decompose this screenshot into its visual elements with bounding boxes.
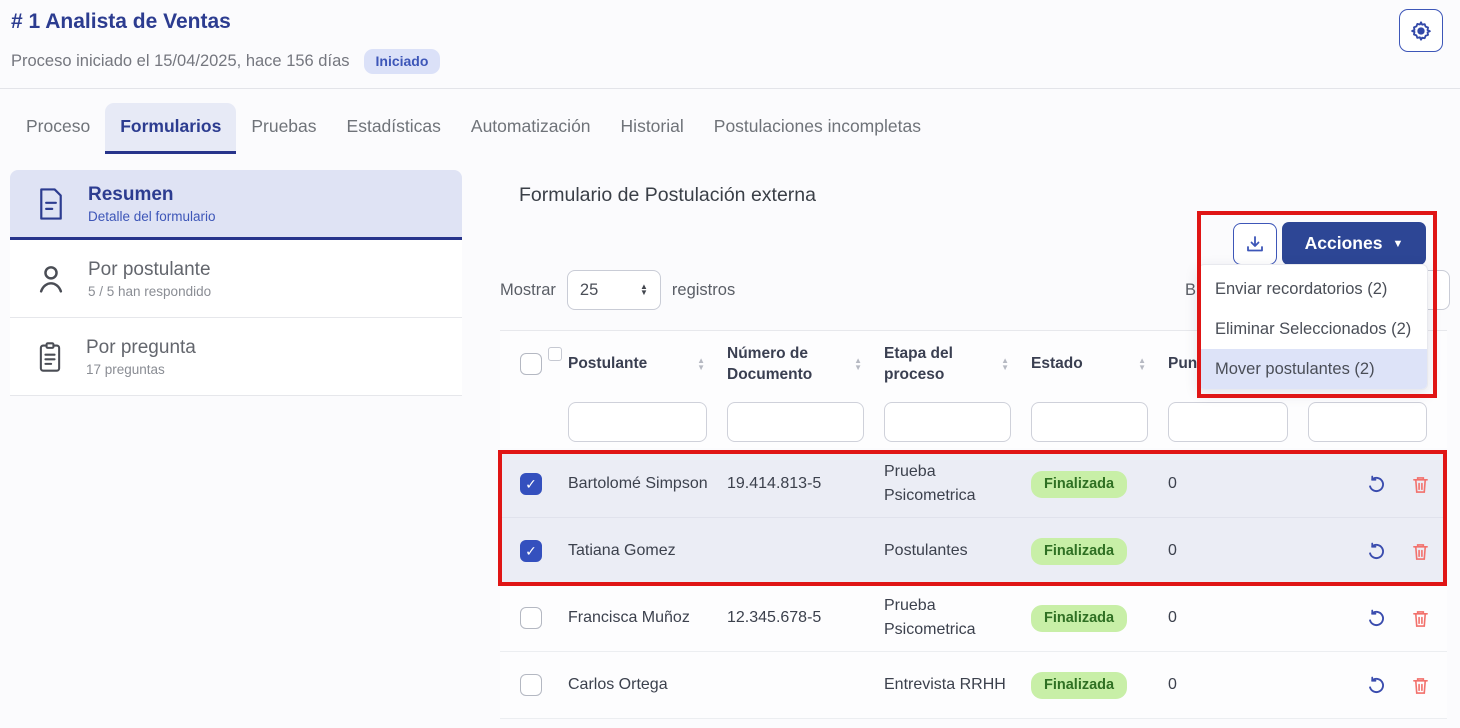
header-divider <box>0 88 1460 89</box>
reset-button[interactable] <box>1367 542 1386 561</box>
trash-icon[interactable] <box>1412 676 1429 695</box>
cell-etapa: Prueba Psicometrica <box>884 594 1031 642</box>
reset-button[interactable] <box>1367 676 1386 695</box>
gear-icon <box>1410 20 1432 42</box>
status-badge-finalizada: Finalizada <box>1031 471 1127 498</box>
cell-etapa: Entrevista RRHH <box>884 673 1031 697</box>
sidebar-item-subtitle: 17 preguntas <box>86 362 196 377</box>
sidebar-item-resumen[interactable]: Resumen Detalle del formulario <box>10 170 462 240</box>
reset-button[interactable] <box>1367 609 1386 628</box>
table-row[interactable]: ✓ Carlos Ortega Entrevista RRHH Finaliza… <box>500 652 1447 719</box>
download-icon <box>1245 234 1265 254</box>
cell-etapa: Postulantes <box>884 539 1031 563</box>
select-all-checkbox[interactable]: ✓ <box>520 353 542 375</box>
table-filter-row <box>500 396 1447 448</box>
table-row[interactable]: ✓ Tatiana Gomez Postulantes Finalizada 0 <box>500 518 1447 585</box>
tab-historial[interactable]: Historial <box>606 103 699 154</box>
cell-postulante: Carlos Ortega <box>568 673 727 697</box>
select-arrows-icon: ▲▼ <box>640 284 648 296</box>
sort-icon: ▲▼ <box>1138 357 1146 371</box>
cell-etapa: Prueba Psicometrica <box>884 460 1031 508</box>
tab-automatizacion[interactable]: Automatización <box>456 103 606 154</box>
table-row[interactable]: ✓ Francisca Muñoz 12.345.678-5 Prueba Ps… <box>500 585 1447 652</box>
trash-icon[interactable] <box>1412 609 1429 628</box>
show-label: Mostrar <box>500 281 556 300</box>
form-views-sidebar: Resumen Detalle del formulario Por postu… <box>10 170 462 396</box>
row-checkbox[interactable]: ✓ <box>520 473 542 495</box>
form-title: Formulario de Postulación externa <box>519 184 816 207</box>
filter-input-puntaje[interactable] <box>1168 402 1288 442</box>
trash-icon[interactable] <box>1412 475 1429 494</box>
row-checkbox[interactable]: ✓ <box>520 674 542 696</box>
page-size-value: 25 <box>580 281 598 300</box>
cell-puntaje: 0 <box>1168 609 1308 627</box>
settings-button[interactable] <box>1399 9 1443 52</box>
status-badge-finalizada: Finalizada <box>1031 605 1127 632</box>
status-badge-finalizada: Finalizada <box>1031 538 1127 565</box>
tab-bar: Proceso Formularios Pruebas Estadísticas… <box>11 103 936 154</box>
cell-documento: 12.345.678-5 <box>727 606 884 630</box>
filter-input-documento[interactable] <box>727 402 864 442</box>
sort-icon: ▲▼ <box>697 357 705 371</box>
cell-postulante: Francisca Muñoz <box>568 606 727 630</box>
filter-input-acciones[interactable] <box>1308 402 1427 442</box>
menu-item-mover-postulantes[interactable]: Mover postulantes (2) <box>1199 349 1427 389</box>
actions-dropdown-menu: Enviar recordatorios (2) Eliminar Selecc… <box>1198 264 1428 390</box>
cell-puntaje: 0 <box>1168 676 1308 694</box>
sidebar-item-title: Por postulante <box>88 259 211 281</box>
column-header-documento[interactable]: Número de Documento ▲▼ <box>727 343 884 385</box>
tab-postulaciones-incompletas[interactable]: Postulaciones incompletas <box>699 103 936 154</box>
page-size-select[interactable]: 25 ▲▼ <box>567 270 661 310</box>
menu-item-enviar-recordatorios[interactable]: Enviar recordatorios (2) <box>1199 269 1427 309</box>
tab-proceso[interactable]: Proceso <box>11 103 105 154</box>
download-button[interactable] <box>1233 223 1277 265</box>
trash-icon[interactable] <box>1412 542 1429 561</box>
document-icon <box>36 187 66 221</box>
cell-puntaje: 0 <box>1168 542 1308 560</box>
sidebar-item-subtitle: 5 / 5 han respondido <box>88 284 211 299</box>
clipboard-icon <box>36 341 64 373</box>
menu-item-eliminar-seleccionados[interactable]: Eliminar Seleccionados (2) <box>1199 309 1427 349</box>
sort-icon: ▲▼ <box>854 357 862 371</box>
cell-documento: 19.414.813-5 <box>727 472 884 496</box>
person-icon <box>36 263 66 295</box>
table-row[interactable]: ✓ Bartolomé Simpson 19.414.813-5 Prueba … <box>500 451 1447 518</box>
filter-input-etapa[interactable] <box>884 402 1011 442</box>
process-start-subtitle: Proceso iniciado el 15/04/2025, hace 156… <box>11 52 350 71</box>
sidebar-item-por-postulante[interactable]: Por postulante 5 / 5 han respondido <box>10 240 462 318</box>
cell-puntaje: 0 <box>1168 475 1308 493</box>
status-badge-finalizada: Finalizada <box>1031 672 1127 699</box>
reset-button[interactable] <box>1367 475 1386 494</box>
cell-postulante: Bartolomé Simpson <box>568 472 727 496</box>
sidebar-item-por-pregunta[interactable]: Por pregunta 17 preguntas <box>10 318 462 396</box>
table-body: ✓ Bartolomé Simpson 19.414.813-5 Prueba … <box>500 451 1447 719</box>
cell-postulante: Tatiana Gomez <box>568 539 727 563</box>
column-header-postulante[interactable]: Postulante ▲▼ <box>568 353 727 374</box>
sidebar-item-title: Por pregunta <box>86 337 196 359</box>
header-mini-checkbox[interactable] <box>548 347 562 361</box>
column-header-etapa[interactable]: Etapa del proceso ▲▼ <box>884 343 1031 385</box>
actions-button[interactable]: Acciones ▼ <box>1282 222 1426 265</box>
tab-formularios[interactable]: Formularios <box>105 103 236 154</box>
row-checkbox[interactable]: ✓ <box>520 607 542 629</box>
filter-input-postulante[interactable] <box>568 402 707 442</box>
page-title: # 1 Analista de Ventas <box>11 10 231 34</box>
sidebar-item-subtitle: Detalle del formulario <box>88 209 216 224</box>
records-label: registros <box>672 281 735 300</box>
tab-estadisticas[interactable]: Estadísticas <box>332 103 456 154</box>
status-badge: Iniciado <box>364 49 441 74</box>
tab-pruebas[interactable]: Pruebas <box>236 103 331 154</box>
filter-input-estado[interactable] <box>1031 402 1148 442</box>
column-header-estado[interactable]: Estado ▲▼ <box>1031 353 1168 374</box>
sidebar-item-title: Resumen <box>88 184 216 206</box>
chevron-down-icon: ▼ <box>1392 238 1403 250</box>
sort-icon: ▲▼ <box>1001 357 1009 371</box>
row-checkbox[interactable]: ✓ <box>520 540 542 562</box>
